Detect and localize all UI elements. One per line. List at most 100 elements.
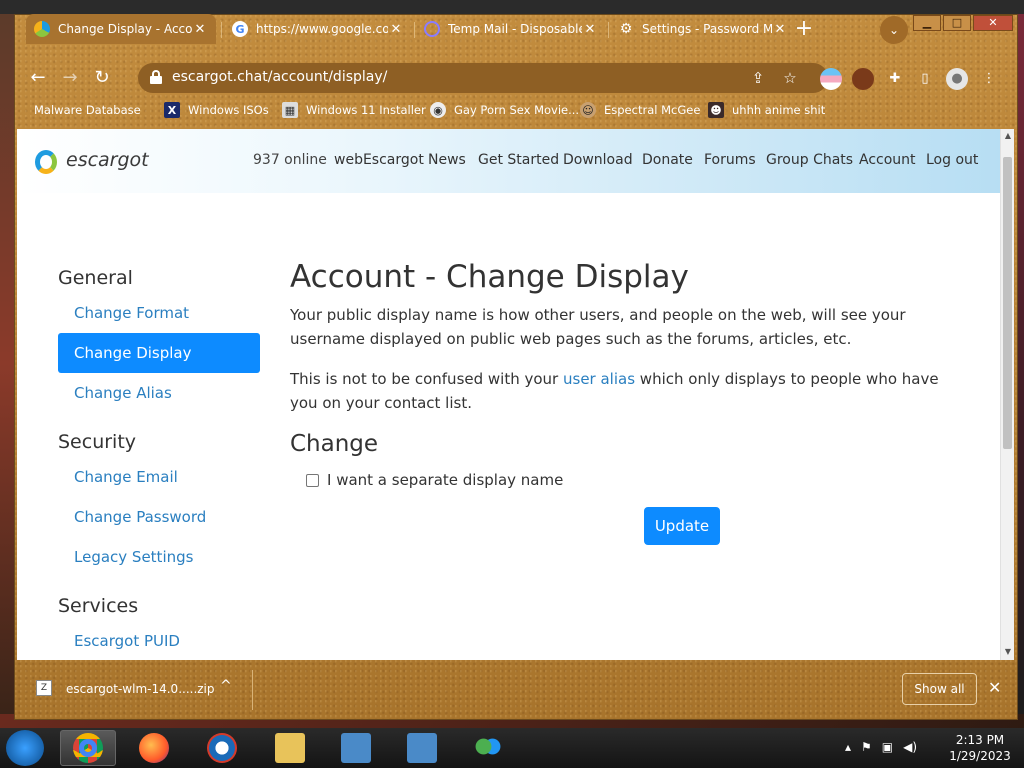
clock-date: 1/29/2023 (949, 749, 1011, 763)
tab-temp-mail[interactable]: Temp Mail - Disposable ✕ (416, 14, 606, 44)
bookmark-label: Malware Database (34, 103, 141, 117)
menu-kebab-icon[interactable]: ⋮ (978, 68, 1000, 90)
sidebar-item-legacy-settings[interactable]: Legacy Settings (58, 537, 260, 577)
extension-flag-icon[interactable] (820, 68, 842, 90)
puzzle-icon[interactable]: ✚ (884, 68, 906, 90)
side-panel-icon[interactable]: ▯ (914, 68, 936, 90)
bookmark-windows-isos[interactable]: X Windows ISOs (164, 100, 269, 120)
lock-icon[interactable] (150, 70, 162, 84)
escargot-logo-icon[interactable] (35, 148, 59, 176)
tab-google[interactable]: G https://www.google.com/ ✕ (224, 14, 412, 44)
desktop-top-strip (0, 0, 1024, 14)
minimize-button[interactable]: ▁ (913, 15, 941, 31)
clock[interactable]: 2:13 PM 1/29/2023 (940, 732, 1020, 764)
reload-icon[interactable]: ↻ (88, 64, 116, 92)
tab-separator (414, 22, 415, 38)
checkbox-label[interactable]: I want a separate display name (327, 471, 563, 489)
installer-icon (407, 733, 437, 763)
nav-download[interactable]: Download (563, 152, 633, 168)
close-tab-icon[interactable]: ✕ (772, 22, 788, 37)
sidebar-item-change-password[interactable]: Change Password (58, 497, 260, 537)
sidebar-item-change-display[interactable]: Change Display (58, 333, 260, 373)
download-filename[interactable]: escargot-wlm-14.0.....zip (66, 682, 215, 696)
maximize-button[interactable]: □ (943, 15, 971, 31)
firefox-icon (139, 733, 169, 763)
update-button[interactable]: Update (644, 507, 720, 545)
scroll-up-icon[interactable]: ▲ (1003, 131, 1013, 141)
close-tab-icon[interactable]: ✕ (388, 22, 404, 37)
extension-avatar-icon[interactable] (852, 68, 874, 90)
close-tab-icon[interactable]: ✕ (192, 22, 208, 37)
nav-webescargot[interactable]: webEscargot (334, 152, 424, 168)
taskbar-explorer[interactable] (262, 730, 318, 766)
nav-news[interactable]: News (428, 152, 466, 168)
forward-arrow-icon[interactable]: → (56, 64, 84, 92)
browser-e-icon (207, 733, 237, 763)
nav-log-out[interactable]: Log out (926, 152, 978, 168)
taskbar-installer-1[interactable] (328, 730, 384, 766)
page-scrollbar[interactable]: ▲ ▼ (1000, 129, 1014, 660)
scroll-down-icon[interactable]: ▼ (1003, 647, 1013, 657)
back-arrow-icon[interactable]: ← (24, 64, 52, 92)
taskbar-chrome[interactable] (60, 730, 116, 766)
chevron-up-icon[interactable]: ^ (220, 678, 232, 694)
separate-display-name-row[interactable]: I want a separate display name (306, 471, 563, 489)
site-brand[interactable]: escargot (66, 149, 149, 171)
nav-get-started[interactable]: Get Started (478, 152, 559, 168)
start-button[interactable] (6, 730, 44, 766)
close-download-bar-icon[interactable]: ✕ (988, 678, 1001, 697)
share-icon[interactable]: ⇪ (748, 68, 768, 88)
bookmark-malware-database[interactable]: Malware Database (34, 100, 141, 120)
nav-donate[interactable]: Donate (642, 152, 693, 168)
bookmark-espectral-mcgee[interactable]: ☺ Espectral McGee (580, 100, 700, 120)
tab-title: Temp Mail - Disposable (448, 22, 582, 36)
close-window-button[interactable]: ✕ (973, 15, 1013, 31)
flag-icon[interactable]: ⚑ (861, 740, 872, 754)
separate-display-name-checkbox[interactable] (306, 473, 319, 487)
nav-group-chats[interactable]: Group Chats (766, 152, 853, 168)
nav-forums[interactable]: Forums (704, 152, 756, 168)
nav-account[interactable]: Account (859, 152, 916, 168)
tab-search-button[interactable]: ⌄ (880, 16, 908, 44)
bookmarks-bar: Malware Database X Windows ISOs ▦ Window… (14, 96, 1018, 124)
scroll-thumb[interactable] (1003, 157, 1012, 449)
change-heading: Change (290, 431, 379, 457)
page-title: Account - Change Display (290, 259, 689, 295)
bookmark-movie[interactable]: ◉ Gay Porn Sex Movie... (430, 100, 579, 120)
star-icon[interactable]: ☆ (780, 68, 800, 88)
chrome-icon (73, 733, 103, 763)
sidebar-item-change-alias[interactable]: Change Alias (58, 373, 260, 413)
system-tray: ▴ ⚑ ▣ ◀) (845, 740, 917, 754)
x-icon: X (164, 102, 180, 118)
bookmark-label: Gay Porn Sex Movie... (454, 103, 580, 117)
taskbar-firefox[interactable] (126, 730, 182, 766)
folder-icon (275, 733, 305, 763)
taskbar-ie[interactable] (194, 730, 250, 766)
sidebar-item-change-format[interactable]: Change Format (58, 293, 260, 333)
show-all-button[interactable]: Show all (902, 673, 977, 705)
tab-change-display[interactable]: Change Display - Account ✕ (26, 14, 216, 44)
bookmark-label: Windows 11 Installer (306, 103, 426, 117)
address-bar[interactable]: escargot.chat/account/display/ ⇪ ☆ (138, 63, 828, 93)
desktop: ▁ □ ✕ Change Display - Account ✕ G https… (0, 0, 1024, 768)
sidebar-item-change-email[interactable]: Change Email (58, 457, 260, 497)
bookmark-anime[interactable]: ☻ uhhh anime shit (708, 100, 825, 120)
url-text[interactable]: escargot.chat/account/display/ (172, 69, 387, 85)
network-icon[interactable]: ▣ (882, 740, 893, 754)
chevron-up-icon[interactable]: ▴ (845, 740, 851, 754)
taskbar-messenger[interactable] (460, 730, 516, 766)
zip-file-icon[interactable]: Z (36, 680, 52, 696)
bookmark-windows-11-installer[interactable]: ▦ Windows 11 Installer (282, 100, 426, 120)
close-tab-icon[interactable]: ✕ (582, 22, 598, 37)
bookmark-label: uhhh anime shit (732, 103, 826, 117)
tab-settings[interactable]: ⚙ Settings - Password Manager ✕ (610, 14, 796, 44)
profile-icon[interactable]: ● (946, 68, 968, 90)
user-alias-link[interactable]: user alias (563, 370, 635, 388)
page-viewport: escargot 937 online webEscargot News Get… (17, 129, 1000, 660)
volume-icon[interactable]: ◀) (903, 740, 917, 754)
sidebar-item-escargot-puid[interactable]: Escargot PUID (58, 621, 260, 660)
taskbar-installer-2[interactable] (394, 730, 450, 766)
description-paragraph: Your public display name is how other us… (290, 306, 906, 348)
tab-separator (608, 22, 609, 38)
new-tab-button[interactable]: + (790, 16, 818, 44)
